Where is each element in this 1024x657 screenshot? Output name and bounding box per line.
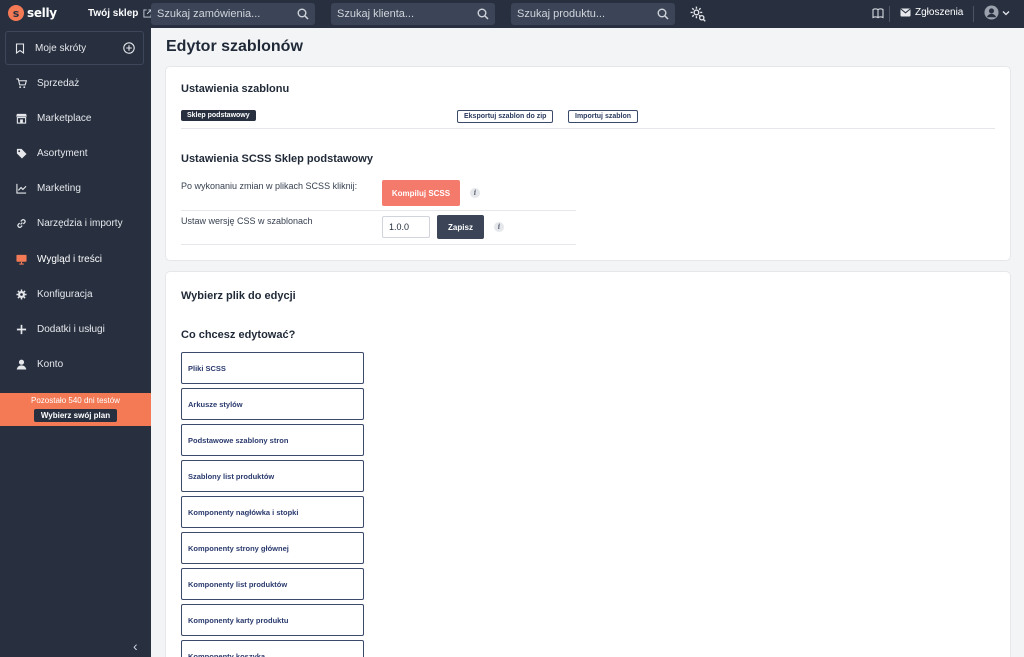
divider (181, 244, 576, 245)
top-bar: s selly Twój sklep Zgłoszenia (0, 0, 1024, 28)
file-picker-question: Co chcesz edytować? (181, 329, 296, 341)
search-clients-input[interactable] (337, 8, 477, 20)
envelope-icon (900, 8, 911, 17)
search-orders-input[interactable] (157, 8, 297, 20)
file-option-product-list-templates[interactable]: Szablony list produktów (181, 460, 364, 492)
save-button[interactable]: Zapisz (437, 215, 484, 239)
store-icon (16, 113, 27, 124)
cart-icon (16, 78, 27, 89)
sidebar-item-sales[interactable]: Sprzedaż (0, 66, 151, 101)
top-divider (973, 6, 974, 22)
sidebar-item-configuration[interactable]: Konfiguracja (0, 277, 151, 312)
page-title: Edytor szablonów (166, 38, 303, 55)
sidebar-item-label: Marketplace (37, 113, 92, 124)
file-picker-card: Wybierz plik do edycji Co chcesz edytowa… (166, 272, 1010, 657)
shop-link[interactable]: Twój sklep (88, 8, 152, 19)
sidebar-item-label: Konto (37, 359, 64, 370)
top-divider (889, 6, 890, 22)
logo-mark: s (8, 5, 24, 21)
file-option-header-footer[interactable]: Komponenty nagłówka i stopki (181, 496, 364, 528)
logo-text: selly (27, 6, 57, 20)
info-icon[interactable]: i (494, 222, 504, 232)
file-option-homepage[interactable]: Komponenty strony głównej (181, 532, 364, 564)
link-icon (17, 219, 26, 228)
sidebar-shortcuts-label: Moje skróty (35, 42, 87, 54)
add-shortcut-icon[interactable] (123, 42, 135, 54)
sidebar-item-label: Konfiguracja (37, 289, 93, 300)
bookmark-icon (15, 42, 25, 54)
export-template-button[interactable]: Eksportuj szablon do zip (457, 110, 554, 123)
chevron-down-icon (1002, 10, 1010, 15)
shop-link-label: Twój sklep (88, 8, 139, 19)
settings-search-icon[interactable] (689, 5, 706, 22)
search-icon[interactable] (297, 8, 309, 20)
gear-icon (16, 289, 27, 300)
reports-link[interactable]: Zgłoszenia (900, 7, 963, 18)
file-option-base-templates[interactable]: Podstawowe szablony stron (181, 424, 364, 456)
sidebar-item-appearance[interactable]: Wygląd i treści (0, 242, 151, 277)
search-products-input[interactable] (517, 8, 657, 20)
sidebar-shortcuts[interactable]: Moje skróty (5, 31, 144, 65)
search-icon[interactable] (657, 8, 669, 20)
trial-banner: Pozostało 540 dni testów Wybierz swój pl… (0, 393, 151, 426)
import-template-button[interactable]: Importuj szablon (568, 110, 638, 123)
sidebar-item-label: Wygląd i treści (37, 254, 102, 265)
search-icon[interactable] (477, 8, 489, 20)
tag-icon (16, 148, 27, 159)
logo[interactable]: s selly (8, 5, 57, 21)
sidebar-item-addons[interactable]: Dodatki i usługi (0, 312, 151, 347)
book-icon[interactable] (872, 7, 884, 19)
search-products (511, 3, 675, 25)
file-option-product-card[interactable]: Komponenty karty produktu (181, 604, 364, 636)
sidebar-item-tools[interactable]: Narzędzia i importy (0, 206, 151, 241)
scss-settings-title: Ustawienia SCSS Sklep podstawowy (181, 153, 373, 165)
sidebar-item-account[interactable]: Konto (0, 347, 151, 382)
divider (181, 128, 995, 129)
info-icon[interactable]: i (470, 188, 480, 198)
sidebar-item-label: Sprzedaż (37, 78, 80, 89)
file-picker-title: Wybierz plik do edycji (181, 290, 296, 302)
search-orders (151, 3, 315, 25)
file-option-cart[interactable]: Komponenty koszyka (181, 640, 364, 657)
collapse-sidebar-icon[interactable]: ‹ (133, 638, 138, 654)
template-settings-card: Ustawienia szablonu Sklep podstawowy Eks… (166, 67, 1010, 260)
sidebar: Moje skróty Sprzedaż Marketplace Asortym… (0, 28, 151, 657)
css-version-input[interactable] (382, 216, 430, 238)
file-option-product-list-components[interactable]: Komponenty list produktów (181, 568, 364, 600)
sidebar-item-label: Marketing (37, 183, 81, 194)
divider (181, 210, 576, 211)
sidebar-item-marketing[interactable]: Marketing (0, 171, 151, 206)
compile-scss-button[interactable]: Kompiluj SCSS (382, 180, 460, 206)
search-clients (331, 3, 495, 25)
user-icon (16, 359, 27, 370)
template-settings-title: Ustawienia szablonu (181, 83, 290, 95)
compile-label: Po wykonaniu zmian w plikach SCSS klikni… (181, 181, 358, 191)
sidebar-item-label: Asortyment (37, 148, 88, 159)
sidebar-item-label: Narzędzia i importy (37, 218, 123, 229)
template-badge: Sklep podstawowy (181, 110, 256, 121)
user-menu[interactable] (984, 5, 1010, 20)
file-option-stylesheets[interactable]: Arkusze stylów (181, 388, 364, 420)
sidebar-item-marketplace[interactable]: Marketplace (0, 101, 151, 136)
plus-icon (16, 324, 27, 335)
trial-text: Pozostało 540 dni testów (31, 396, 120, 405)
monitor-icon (16, 254, 27, 265)
sidebar-item-label: Dodatki i usługi (37, 324, 105, 335)
css-version-label: Ustaw wersję CSS w szablonach (181, 216, 313, 226)
sidebar-item-assortment[interactable]: Asortyment (0, 136, 151, 171)
reports-label: Zgłoszenia (915, 7, 964, 18)
user-avatar-icon (984, 5, 999, 20)
file-option-scss[interactable]: Pliki SCSS (181, 352, 364, 384)
choose-plan-button[interactable]: Wybierz swój plan (33, 409, 118, 422)
chart-icon (16, 183, 27, 194)
